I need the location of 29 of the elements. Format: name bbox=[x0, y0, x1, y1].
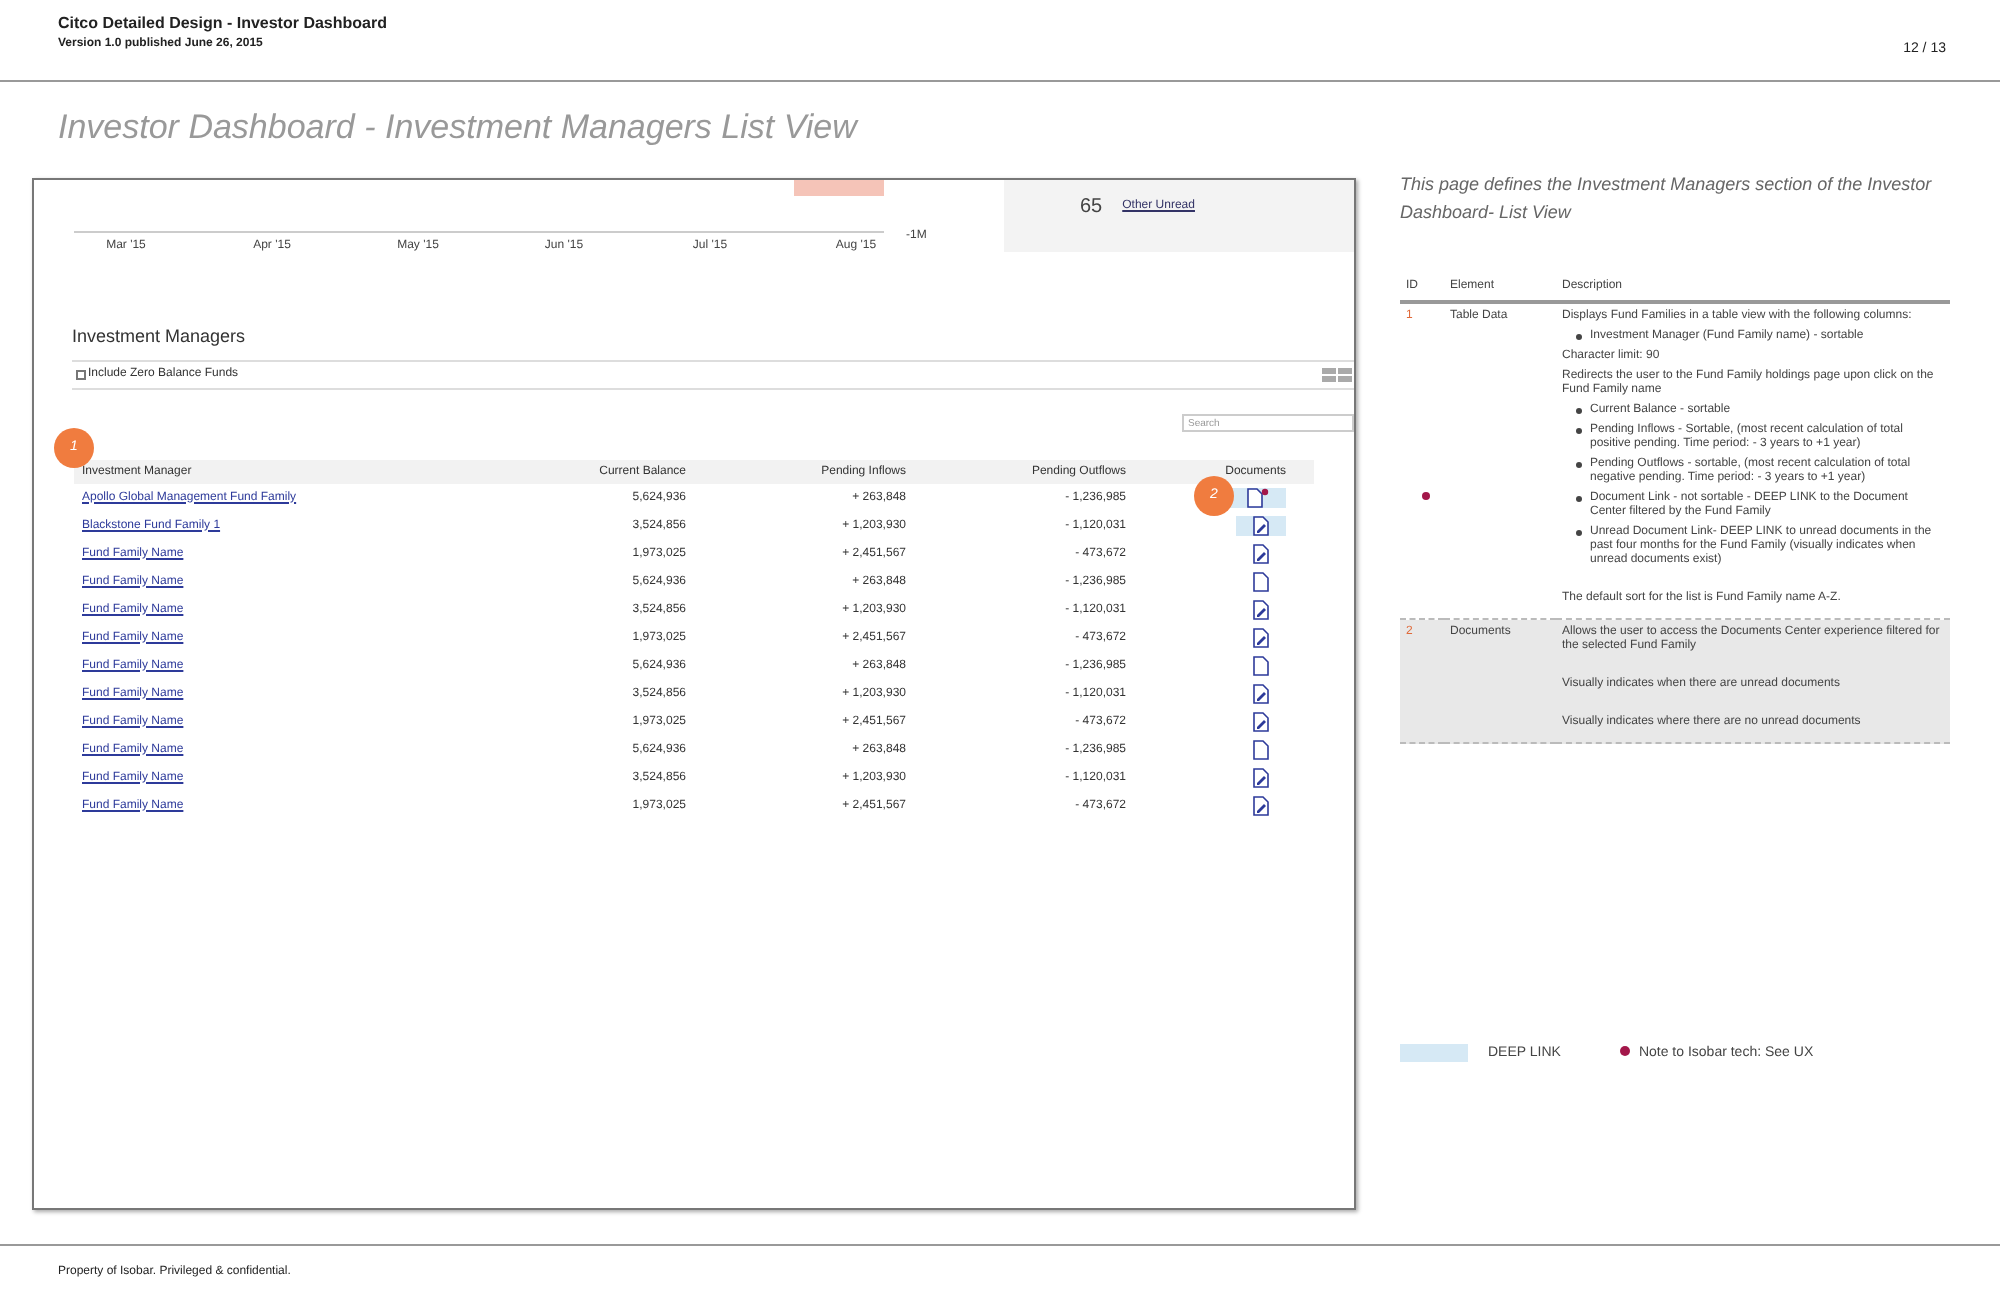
document-title: Citco Detailed Design - Investor Dashboard bbox=[58, 12, 387, 34]
bullet-icon bbox=[1576, 428, 1582, 434]
blank-document-icon[interactable] bbox=[1252, 655, 1270, 676]
unread-document-icon[interactable] bbox=[1246, 487, 1270, 508]
bullet-icon bbox=[1576, 462, 1582, 468]
checkbox[interactable] bbox=[76, 370, 86, 380]
document-icon[interactable] bbox=[1252, 683, 1270, 704]
document-icon[interactable] bbox=[1252, 599, 1270, 620]
bullet-icon bbox=[1576, 530, 1582, 536]
bullet-icon bbox=[1576, 408, 1582, 414]
section-heading: Investment Managers bbox=[72, 326, 246, 346]
document-icon[interactable] bbox=[1252, 767, 1270, 788]
document-icon[interactable] bbox=[1252, 711, 1270, 732]
deep-link-highlight[interactable] bbox=[1230, 487, 1286, 509]
document-icon[interactable] bbox=[1252, 627, 1270, 648]
deep-link-highlight[interactable] bbox=[1236, 515, 1286, 537]
page-title: Investor Dashboard - Investment Managers List View bbox=[58, 108, 857, 146]
note-dot bbox=[1620, 1046, 1631, 1057]
bullet-icon bbox=[1576, 334, 1582, 340]
unread-count: 65 bbox=[1080, 194, 1103, 222]
document-icon[interactable] bbox=[1252, 515, 1270, 536]
blank-document-icon[interactable] bbox=[1252, 739, 1270, 760]
deep-link-swatch bbox=[1400, 1044, 1468, 1062]
intro-text: This page defines the Investment Managers section of the Investor Dashboard- List View bbox=[1400, 172, 1934, 226]
bullet-icon bbox=[1576, 496, 1582, 502]
document-icon[interactable] bbox=[1252, 795, 1270, 816]
document-icon[interactable] bbox=[1252, 543, 1270, 564]
blank-document-icon[interactable] bbox=[1252, 571, 1270, 592]
chart-bar bbox=[794, 180, 884, 196]
